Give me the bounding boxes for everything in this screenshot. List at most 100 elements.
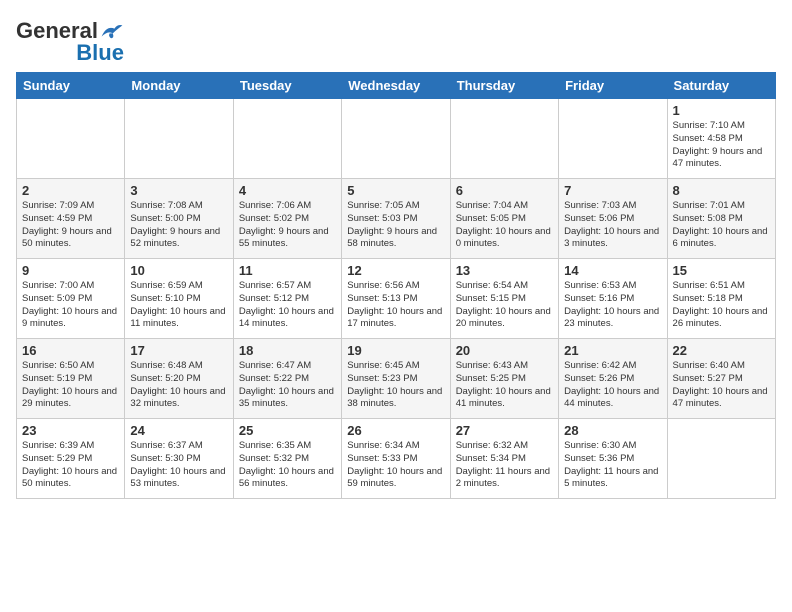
logo-bird-icon (100, 21, 124, 41)
day-number: 12 (347, 263, 444, 278)
calendar-cell (342, 99, 450, 179)
calendar-cell (450, 99, 558, 179)
day-number: 25 (239, 423, 336, 438)
calendar-cell (667, 419, 775, 499)
day-info: Sunrise: 6:50 AM Sunset: 5:19 PM Dayligh… (22, 360, 119, 411)
day-number: 11 (239, 263, 336, 278)
calendar-cell: 19 Sunrise: 6:45 AM Sunset: 5:23 PM Dayli… (342, 339, 450, 419)
calendar-cell (17, 99, 125, 179)
weekday-header-monday: Monday (125, 73, 233, 99)
day-number: 26 (347, 423, 444, 438)
calendar-cell: 6 Sunrise: 7:04 AM Sunset: 5:05 PM Daylig… (450, 179, 558, 259)
calendar-cell: 12 Sunrise: 6:56 AM Sunset: 5:13 PM Dayli… (342, 259, 450, 339)
calendar-cell: 11 Sunrise: 6:57 AM Sunset: 5:12 PM Dayli… (233, 259, 341, 339)
calendar-cell: 8 Sunrise: 7:01 AM Sunset: 5:08 PM Daylig… (667, 179, 775, 259)
calendar-cell: 27 Sunrise: 6:32 AM Sunset: 5:34 PM Dayli… (450, 419, 558, 499)
calendar-cell (559, 99, 667, 179)
day-info: Sunrise: 6:30 AM Sunset: 5:36 PM Dayligh… (564, 440, 661, 491)
day-number: 2 (22, 183, 119, 198)
day-info: Sunrise: 6:40 AM Sunset: 5:27 PM Dayligh… (673, 360, 770, 411)
day-number: 22 (673, 343, 770, 358)
day-info: Sunrise: 6:42 AM Sunset: 5:26 PM Dayligh… (564, 360, 661, 411)
day-number: 3 (130, 183, 227, 198)
day-info: Sunrise: 7:09 AM Sunset: 4:59 PM Dayligh… (22, 200, 119, 251)
day-info: Sunrise: 7:06 AM Sunset: 5:02 PM Dayligh… (239, 200, 336, 251)
calendar-cell: 20Sunrise: 6:43 AM Sunset: 5:25 PM Dayli… (450, 339, 558, 419)
day-number: 6 (456, 183, 553, 198)
day-info: Sunrise: 7:08 AM Sunset: 5:00 PM Dayligh… (130, 200, 227, 251)
calendar-cell (125, 99, 233, 179)
calendar-cell: 3 Sunrise: 7:08 AM Sunset: 5:00 PM Daylig… (125, 179, 233, 259)
day-number: 14 (564, 263, 661, 278)
calendar-table: SundayMondayTuesdayWednesdayThursdayFrid… (16, 72, 776, 499)
calendar-cell: 26 Sunrise: 6:34 AM Sunset: 5:33 PM Dayli… (342, 419, 450, 499)
calendar-week-row: 1 Sunrise: 7:10 AM Sunset: 4:58 PM Daylig… (17, 99, 776, 179)
day-number: 18 (239, 343, 336, 358)
day-info: Sunrise: 6:39 AM Sunset: 5:29 PM Dayligh… (22, 440, 119, 491)
day-number: 1 (673, 103, 770, 118)
calendar-cell: 16 Sunrise: 6:50 AM Sunset: 5:19 PM Dayli… (17, 339, 125, 419)
day-info: Sunrise: 6:35 AM Sunset: 5:32 PM Dayligh… (239, 440, 336, 491)
day-number: 10 (130, 263, 227, 278)
day-info: Sunrise: 7:01 AM Sunset: 5:08 PM Dayligh… (673, 200, 770, 251)
day-info: Sunrise: 7:10 AM Sunset: 4:58 PM Dayligh… (673, 120, 770, 171)
day-info: Sunrise: 6:32 AM Sunset: 5:34 PM Dayligh… (456, 440, 553, 491)
day-info: Sunrise: 6:47 AM Sunset: 5:22 PM Dayligh… (239, 360, 336, 411)
weekday-header-friday: Friday (559, 73, 667, 99)
day-number: 16 (22, 343, 119, 358)
day-number: 23 (22, 423, 119, 438)
day-number: 15 (673, 263, 770, 278)
calendar-week-row: 16 Sunrise: 6:50 AM Sunset: 5:19 PM Dayli… (17, 339, 776, 419)
calendar-cell: 10 Sunrise: 6:59 AM Sunset: 5:10 PM Dayli… (125, 259, 233, 339)
logo-general: General (16, 20, 98, 42)
day-number: 13 (456, 263, 553, 278)
weekday-header-thursday: Thursday (450, 73, 558, 99)
day-info: Sunrise: 6:57 AM Sunset: 5:12 PM Dayligh… (239, 280, 336, 331)
day-info: Sunrise: 7:04 AM Sunset: 5:05 PM Dayligh… (456, 200, 553, 251)
day-number: 5 (347, 183, 444, 198)
calendar-cell: 4 Sunrise: 7:06 AM Sunset: 5:02 PM Daylig… (233, 179, 341, 259)
calendar-cell (233, 99, 341, 179)
day-number: 27 (456, 423, 553, 438)
day-number: 20 (456, 343, 553, 358)
day-info: Sunrise: 7:05 AM Sunset: 5:03 PM Dayligh… (347, 200, 444, 251)
day-info: Sunrise: 6:56 AM Sunset: 5:13 PM Dayligh… (347, 280, 444, 331)
weekday-header-saturday: Saturday (667, 73, 775, 99)
weekday-header-wednesday: Wednesday (342, 73, 450, 99)
day-number: 21 (564, 343, 661, 358)
calendar-cell: 17 Sunrise: 6:48 AM Sunset: 5:20 PM Dayli… (125, 339, 233, 419)
day-info: Sunrise: 7:00 AM Sunset: 5:09 PM Dayligh… (22, 280, 119, 331)
day-info: Sunrise: 6:45 AM Sunset: 5:23 PM Dayligh… (347, 360, 444, 411)
day-number: 19 (347, 343, 444, 358)
calendar-cell: 21 Sunrise: 6:42 AM Sunset: 5:26 PM Dayli… (559, 339, 667, 419)
calendar-cell: 9 Sunrise: 7:00 AM Sunset: 5:09 PM Daylig… (17, 259, 125, 339)
calendar-cell: 25 Sunrise: 6:35 AM Sunset: 5:32 PM Dayli… (233, 419, 341, 499)
calendar-cell: 18 Sunrise: 6:47 AM Sunset: 5:22 PM Dayli… (233, 339, 341, 419)
day-info: Sunrise: 6:53 AM Sunset: 5:16 PM Dayligh… (564, 280, 661, 331)
calendar-header-row: SundayMondayTuesdayWednesdayThursdayFrid… (17, 73, 776, 99)
logo-blue: Blue (76, 42, 124, 64)
calendar-cell: 2 Sunrise: 7:09 AM Sunset: 4:59 PM Daylig… (17, 179, 125, 259)
day-number: 28 (564, 423, 661, 438)
day-number: 4 (239, 183, 336, 198)
day-info: Sunrise: 6:59 AM Sunset: 5:10 PM Dayligh… (130, 280, 227, 331)
day-number: 17 (130, 343, 227, 358)
calendar-week-row: 2 Sunrise: 7:09 AM Sunset: 4:59 PM Daylig… (17, 179, 776, 259)
day-info: Sunrise: 6:51 AM Sunset: 5:18 PM Dayligh… (673, 280, 770, 331)
day-info: Sunrise: 6:34 AM Sunset: 5:33 PM Dayligh… (347, 440, 444, 491)
calendar-cell: 7 Sunrise: 7:03 AM Sunset: 5:06 PM Daylig… (559, 179, 667, 259)
weekday-header-sunday: Sunday (17, 73, 125, 99)
calendar-cell: 23 Sunrise: 6:39 AM Sunset: 5:29 PM Dayli… (17, 419, 125, 499)
day-info: Sunrise: 7:03 AM Sunset: 5:06 PM Dayligh… (564, 200, 661, 251)
day-info: Sunrise: 6:37 AM Sunset: 5:30 PM Dayligh… (130, 440, 227, 491)
calendar-week-row: 9 Sunrise: 7:00 AM Sunset: 5:09 PM Daylig… (17, 259, 776, 339)
day-info: Sunrise: 6:48 AM Sunset: 5:20 PM Dayligh… (130, 360, 227, 411)
calendar-cell: 1 Sunrise: 7:10 AM Sunset: 4:58 PM Daylig… (667, 99, 775, 179)
day-number: 8 (673, 183, 770, 198)
day-number: 9 (22, 263, 119, 278)
logo: General Blue (16, 20, 124, 64)
page-header: General Blue (16, 16, 776, 64)
calendar-cell: 28 Sunrise: 6:30 AM Sunset: 5:36 PM Dayli… (559, 419, 667, 499)
day-number: 7 (564, 183, 661, 198)
calendar-cell: 15 Sunrise: 6:51 AM Sunset: 5:18 PM Dayli… (667, 259, 775, 339)
